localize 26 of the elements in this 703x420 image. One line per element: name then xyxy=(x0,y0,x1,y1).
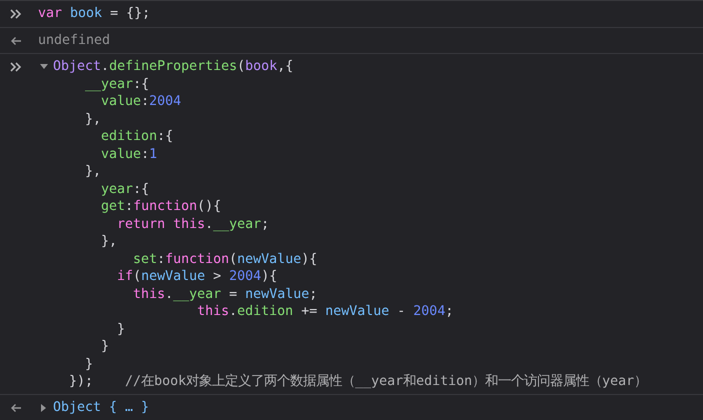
code-line: edition:{ xyxy=(100,128,174,146)
left-arrow-icon xyxy=(10,402,22,412)
code-line: if(newValue > 2004){ xyxy=(116,268,278,286)
code-line: this.edition += newValue - 2004; xyxy=(196,303,454,320)
code-line: } xyxy=(116,320,126,338)
left-arrow-icon xyxy=(10,36,22,46)
result-text: undefined xyxy=(38,32,110,49)
prompt-chevron-icon xyxy=(10,9,22,19)
code-line: this.__year = newValue; xyxy=(132,286,318,303)
code-line: }); //在book对象上定义了两个数据属性（__year和edition）和一个访问器属性（year） xyxy=(68,373,648,390)
code-line: return this.__year; xyxy=(116,216,270,233)
code-line: }, xyxy=(84,110,102,128)
result-text: Object { … } xyxy=(53,398,150,416)
code-line: year:{ xyxy=(100,180,150,198)
code-line: value:1 xyxy=(100,146,158,163)
code-line: __year:{ xyxy=(84,76,150,93)
code-line: } xyxy=(100,338,110,356)
code-line: var book = {}; xyxy=(38,5,150,22)
code-line: }, xyxy=(84,163,102,180)
code-line: }, xyxy=(100,233,118,250)
code-line: Object.defineProperties(book,{ xyxy=(53,58,294,76)
code-line: value:2004 xyxy=(100,93,182,110)
prompt-chevron-icon xyxy=(10,62,22,72)
code-line: get:function(){ xyxy=(100,198,222,216)
code-line: } xyxy=(84,356,94,373)
code-line: set:function(newValue){ xyxy=(132,250,318,268)
